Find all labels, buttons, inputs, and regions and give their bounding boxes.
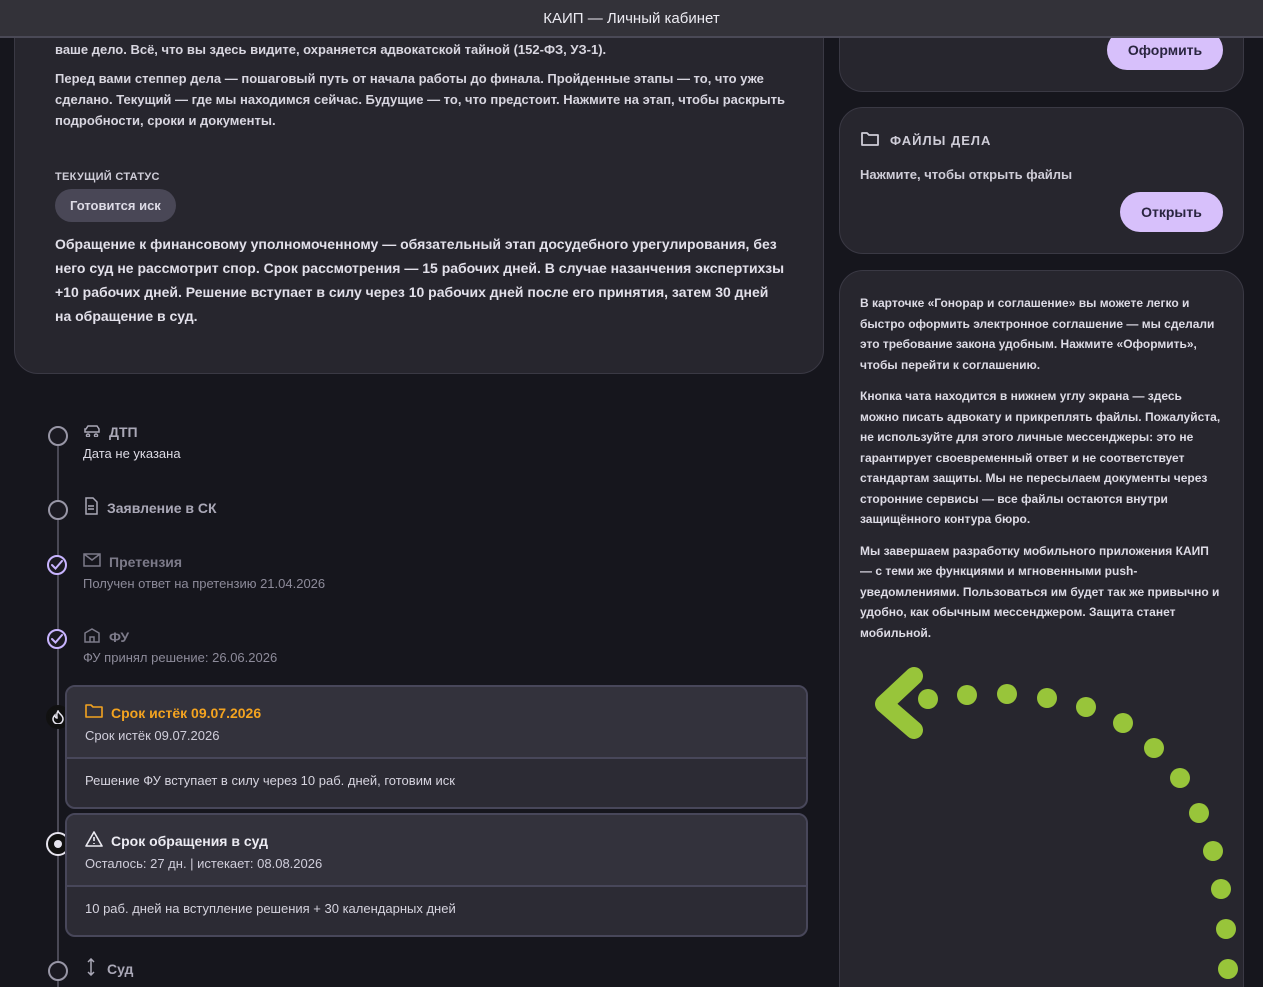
- step-card-title: Срок обращения в суд: [85, 831, 788, 850]
- window-title: КАИП — Личный кабинет: [0, 0, 1263, 38]
- folder-icon: [860, 130, 880, 151]
- building-icon: [83, 627, 101, 646]
- timeline-step-card-active[interactable]: Срок истёк 09.07.2026 Срок истёк 09.07.2…: [65, 685, 808, 809]
- arrow-dot: [1076, 697, 1096, 717]
- arrow-dot: [1203, 841, 1223, 861]
- case-intro-card: ваше дело. Всё, что вы здесь видите, охр…: [14, 8, 824, 374]
- timeline-step-subtitle: Получен ответ на претензию 21.04.2026: [83, 576, 326, 591]
- status-badge: Готовится иск: [55, 189, 176, 222]
- folder-icon: [85, 703, 103, 722]
- arrow-dot: [1216, 919, 1236, 939]
- step-card-detail: Решение ФУ вступает в силу через 10 раб.…: [85, 773, 455, 788]
- check-icon: [51, 560, 63, 570]
- arrow-dot: [918, 689, 938, 709]
- info-text-2: Кнопка чата находится в нижнем углу экра…: [860, 389, 1221, 526]
- timeline-node-pending[interactable]: [48, 426, 68, 446]
- status-description: Обращение к финансовому уполномоченному …: [55, 236, 785, 324]
- arrow-dot: [1037, 688, 1057, 708]
- step-card-detail: 10 раб. дней на вступление решения + 30 …: [85, 901, 456, 916]
- intro-text-1: ваше дело. Всё, что вы здесь видите, охр…: [55, 42, 607, 57]
- arrow-dot: [1113, 713, 1133, 733]
- open-files-button[interactable]: Открыть: [1120, 192, 1223, 232]
- timeline-node-pending[interactable]: [48, 961, 68, 981]
- arrow-dot: [1211, 879, 1231, 899]
- arrow-dot: [957, 685, 977, 705]
- timeline-step-card-current[interactable]: Срок обращения в суд Осталось: 27 дн. | …: [65, 813, 808, 937]
- mail-icon: [83, 553, 101, 570]
- timeline-step-title[interactable]: Претензия: [83, 553, 182, 570]
- timeline-node-done[interactable]: [47, 555, 67, 575]
- timeline-step-title[interactable]: ДТП: [83, 423, 138, 440]
- arrow-dot: [1144, 738, 1164, 758]
- files-subtitle: Нажмите, чтобы открыть файлы: [860, 167, 1073, 182]
- info-card: В карточке «Гонорар и соглашение» вы мож…: [839, 270, 1244, 987]
- warning-icon: [85, 831, 103, 850]
- status-label: ТЕКУЩИЙ СТАТУС: [55, 171, 160, 183]
- info-text-1: В карточке «Гонорар и соглашение» вы мож…: [860, 296, 1215, 372]
- arrow-dot: [1170, 768, 1190, 788]
- arrow-dot: [997, 684, 1017, 704]
- arrow-dot: [1218, 959, 1238, 979]
- info-text-3: Мы завершаем разработку мобильного прило…: [860, 543, 1220, 640]
- timeline-step-title[interactable]: Заявление в СК: [83, 497, 217, 518]
- fire-icon: [52, 710, 64, 724]
- timeline-node-done[interactable]: [47, 629, 67, 649]
- gavel-icon: [83, 957, 99, 979]
- car-icon: [83, 423, 101, 440]
- files-title: ФАЙЛЫ ДЕЛА: [890, 133, 992, 148]
- document-icon: [83, 497, 99, 518]
- step-card-subtitle: Срок истёк 09.07.2026: [85, 728, 220, 743]
- step-card-subtitle: Осталось: 27 дн. | истекает: 08.08.2026: [85, 856, 323, 871]
- timeline-step-title[interactable]: Суд: [83, 957, 133, 979]
- arrow-dot: [1189, 803, 1209, 823]
- timeline-step-subtitle: Дата не указана: [83, 446, 181, 461]
- intro-text-2: Перед вами степпер дела — пошаговый путь…: [55, 71, 786, 128]
- check-icon: [51, 634, 63, 644]
- timeline-step-subtitle: ФУ принял решение: 26.06.2026: [83, 650, 278, 665]
- timeline-node-pending[interactable]: [48, 500, 68, 520]
- step-card-title: Срок истёк 09.07.2026: [85, 703, 788, 722]
- timeline-step-title[interactable]: ФУ: [83, 627, 129, 646]
